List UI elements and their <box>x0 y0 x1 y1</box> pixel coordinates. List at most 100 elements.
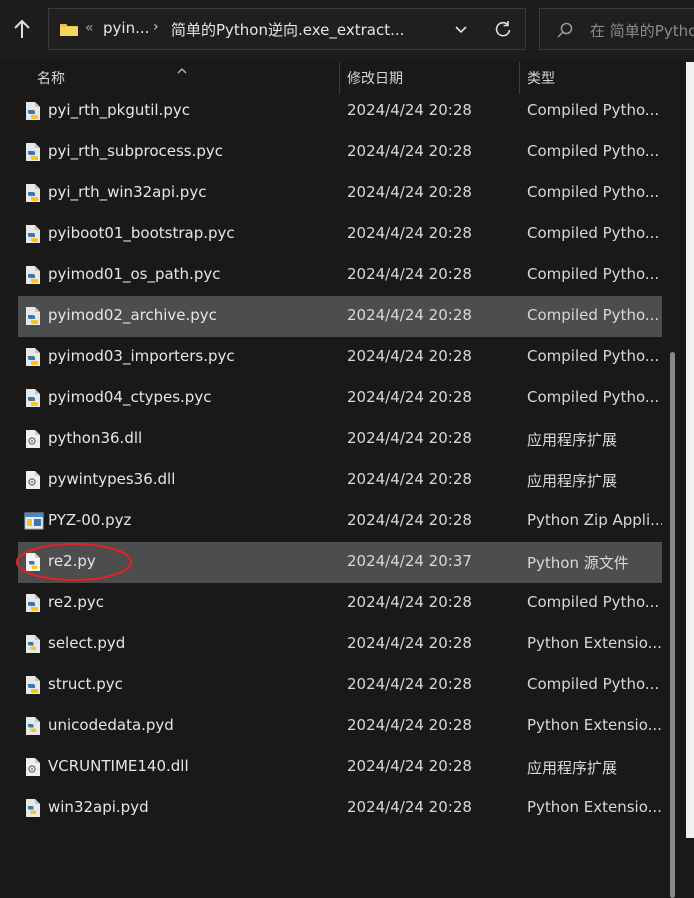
file-date: 2024/4/24 20:28 <box>347 142 472 160</box>
file-type: Compiled Pytho... <box>527 265 660 283</box>
scrollbar-thumb[interactable] <box>670 352 675 898</box>
file-type: 应用程序扩展 <box>527 431 618 449</box>
file-row[interactable]: select.pyd 2024/4/24 20:28 Python Extensio… <box>18 624 662 665</box>
file-type: Compiled Pytho... <box>527 593 660 611</box>
file-row[interactable]: pyi_rth_subprocess.pyc 2024/4/24 20:28 Com… <box>18 132 662 173</box>
python-compiled-icon <box>24 224 42 244</box>
file-date: 2024/4/24 20:28 <box>347 306 472 324</box>
python-compiled-icon <box>24 347 42 367</box>
up-arrow-icon[interactable] <box>8 16 36 44</box>
file-type: Python Extensio... <box>527 634 662 652</box>
file-row[interactable]: pyimod04_ctypes.pyc 2024/4/24 20:28 Compil… <box>18 378 662 419</box>
file-date: 2024/4/24 20:28 <box>347 470 472 488</box>
file-type: Compiled Pytho... <box>527 142 660 160</box>
search-placeholder: 在 简单的Python <box>590 22 694 40</box>
file-date: 2024/4/24 20:28 <box>347 183 472 201</box>
sort-ascending-icon <box>176 60 188 78</box>
breadcrumb-separator[interactable]: › <box>153 19 159 35</box>
column-name-header[interactable]: 名称 <box>37 68 65 88</box>
python-compiled-icon <box>24 306 42 326</box>
file-row[interactable]: python36.dll 2024/4/24 20:28 应用程序扩展 <box>18 419 662 460</box>
file-date: 2024/4/24 20:28 <box>347 757 472 775</box>
file-name: pyimod01_os_path.pyc <box>48 265 221 283</box>
address-bar[interactable]: « pyin... › 简单的Python逆向.exe_extract... <box>48 8 526 50</box>
file-row[interactable]: pyimod01_os_path.pyc 2024/4/24 20:28 Compi… <box>18 255 662 296</box>
file-date: 2024/4/24 20:28 <box>347 388 472 406</box>
file-name: pyiboot01_bootstrap.pyc <box>48 224 235 242</box>
file-name: struct.pyc <box>48 675 123 693</box>
python-compiled-icon <box>24 265 42 285</box>
file-name: pyi_rth_pkgutil.pyc <box>48 101 190 119</box>
pyz-icon <box>24 511 44 531</box>
breadcrumb-parent[interactable]: pyin... <box>103 19 149 37</box>
python-compiled-icon <box>24 183 42 203</box>
file-name: pyimod03_importers.pyc <box>48 347 235 365</box>
vertical-scrollbar[interactable] <box>664 62 684 898</box>
file-row[interactable]: PYZ-00.pyz 2024/4/24 20:28 Python Zip Appl… <box>18 501 662 542</box>
breadcrumb-current[interactable]: 简单的Python逆向.exe_extract... <box>171 19 411 40</box>
column-divider[interactable] <box>519 62 520 94</box>
python-compiled-icon <box>24 675 42 695</box>
file-row[interactable]: pywintypes36.dll 2024/4/24 20:28 应用程序扩展 <box>18 460 662 501</box>
breadcrumb-overflow[interactable]: « <box>85 20 94 36</box>
file-list: pyi_rth_pkgutil.pyc 2024/4/24 20:28 Compil… <box>18 91 662 829</box>
refresh-icon[interactable] <box>493 19 513 43</box>
file-name: pyi_rth_win32api.pyc <box>48 183 207 201</box>
column-header: 名称 修改日期 类型 <box>18 62 664 94</box>
file-row[interactable]: pyi_rth_win32api.pyc 2024/4/24 20:28 Compi… <box>18 173 662 214</box>
file-row[interactable]: VCRUNTIME140.dll 2024/4/24 20:28 应用程序扩展 <box>18 747 662 788</box>
search-box[interactable]: 在 简单的Python <box>539 8 694 50</box>
file-type: Compiled Pytho... <box>527 347 660 365</box>
file-name: pyimod04_ctypes.pyc <box>48 388 212 406</box>
file-date: 2024/4/24 20:28 <box>347 347 472 365</box>
folder-icon <box>59 21 79 41</box>
column-type-header[interactable]: 类型 <box>527 68 555 88</box>
python-extension-icon <box>24 798 42 818</box>
file-type: Compiled Pytho... <box>527 101 660 119</box>
column-divider[interactable] <box>339 62 340 94</box>
file-row[interactable]: unicodedata.pyd 2024/4/24 20:28 Python Ext… <box>18 706 662 747</box>
search-icon <box>556 21 574 43</box>
file-name: win32api.pyd <box>48 798 149 816</box>
file-date: 2024/4/24 20:28 <box>347 716 472 734</box>
file-row[interactable]: re2.pyc 2024/4/24 20:28 Compiled Pytho... <box>18 583 662 624</box>
python-compiled-icon <box>24 593 42 613</box>
file-name: pyimod02_archive.pyc <box>48 306 217 324</box>
file-date: 2024/4/24 20:28 <box>347 798 472 816</box>
file-name: PYZ-00.pyz <box>48 511 132 529</box>
file-type: Compiled Pytho... <box>527 183 660 201</box>
python-compiled-icon <box>24 388 42 408</box>
chevron-down-icon[interactable] <box>453 21 469 41</box>
column-date-header[interactable]: 修改日期 <box>347 68 403 88</box>
file-name: pyi_rth_subprocess.pyc <box>48 142 224 160</box>
file-name: re2.pyc <box>48 593 105 611</box>
file-type: Compiled Pytho... <box>527 306 660 324</box>
file-name: python36.dll <box>48 429 143 447</box>
file-row[interactable]: pyimod02_archive.pyc 2024/4/24 20:28 Compi… <box>18 296 662 337</box>
file-type: Python Extensio... <box>527 798 662 816</box>
file-date: 2024/4/24 20:28 <box>347 675 472 693</box>
file-name: select.pyd <box>48 634 126 652</box>
dll-icon <box>24 429 42 449</box>
file-row[interactable]: pyiboot01_bootstrap.pyc 2024/4/24 20:28 Co… <box>18 214 662 255</box>
file-type: Python Extensio... <box>527 716 662 734</box>
file-row[interactable]: struct.pyc 2024/4/24 20:28 Compiled Pytho.… <box>18 665 662 706</box>
toolbar: « pyin... › 简单的Python逆向.exe_extract... 在… <box>0 0 694 62</box>
python-source-icon <box>24 552 42 572</box>
file-date: 2024/4/24 20:28 <box>347 224 472 242</box>
dll-icon <box>24 470 42 490</box>
file-row[interactable]: pyimod03_importers.pyc 2024/4/24 20:28 Com… <box>18 337 662 378</box>
file-name: re2.py <box>48 552 96 570</box>
file-type: Compiled Pytho... <box>527 675 660 693</box>
file-type: Compiled Pytho... <box>527 388 660 406</box>
file-row[interactable]: re2.py 2024/4/24 20:37 Python 源文件 <box>18 542 662 583</box>
python-compiled-icon <box>24 142 42 162</box>
file-name: pywintypes36.dll <box>48 470 176 488</box>
file-row[interactable]: pyi_rth_pkgutil.pyc 2024/4/24 20:28 Compil… <box>18 91 662 132</box>
file-date: 2024/4/24 20:28 <box>347 101 472 119</box>
file-date: 2024/4/24 20:28 <box>347 511 472 529</box>
file-row[interactable]: win32api.pyd 2024/4/24 20:28 Python Extens… <box>18 788 662 829</box>
file-date: 2024/4/24 20:37 <box>347 552 472 570</box>
file-date: 2024/4/24 20:28 <box>347 593 472 611</box>
file-date: 2024/4/24 20:28 <box>347 265 472 283</box>
